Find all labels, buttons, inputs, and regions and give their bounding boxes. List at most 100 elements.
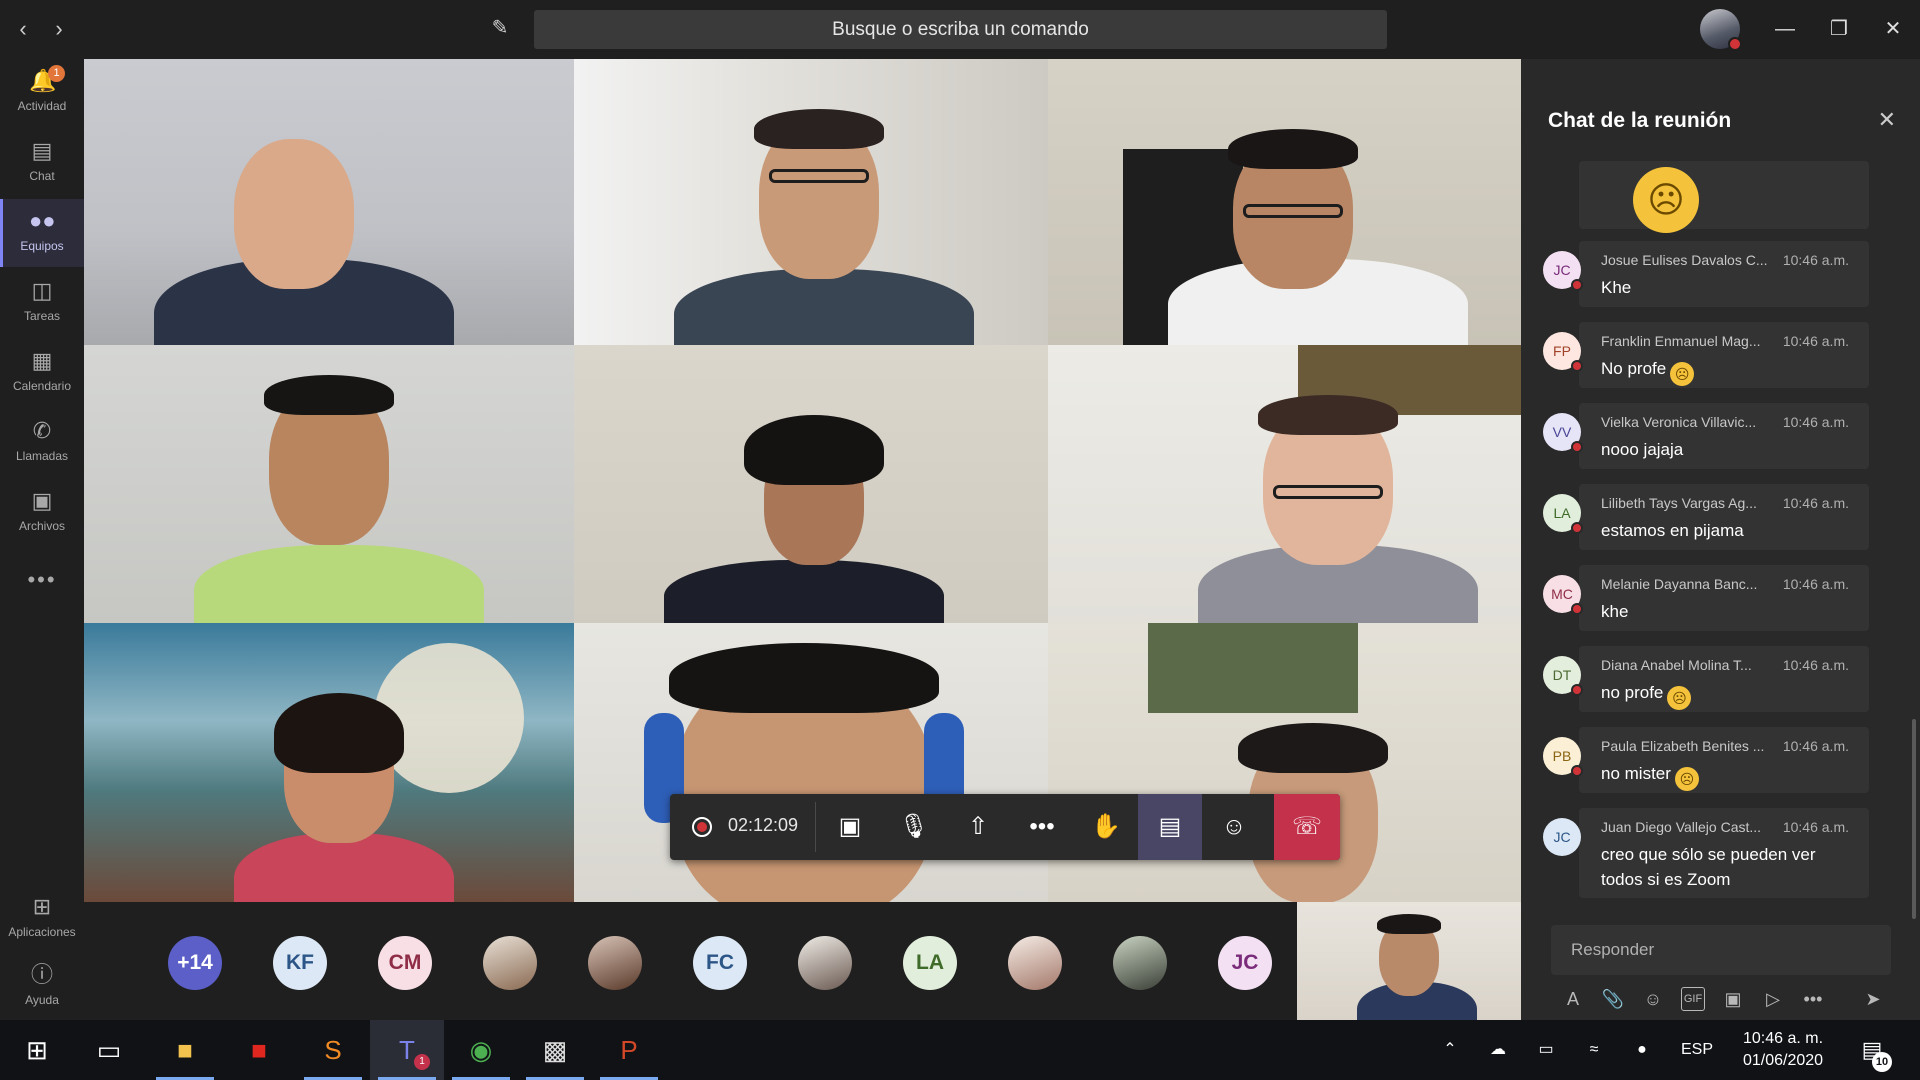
chat-toggle-button[interactable]: ▤	[1138, 794, 1202, 860]
people-icon: ☺	[1221, 813, 1247, 840]
windows-taskbar: ⊞ ▭ ■ ■ S T1 ◉ ▩ P ⌃ ☁ ▭ ≈ ● ESP 10:46 a…	[0, 1020, 1920, 1080]
sticker-icon[interactable]: ▣	[1721, 987, 1745, 1011]
message-avatar[interactable]: MC	[1543, 575, 1583, 615]
message-time: 10:46 a.m.	[1782, 576, 1849, 592]
start-button[interactable]: ⊞	[0, 1020, 74, 1080]
rail-item-equipos[interactable]: ●● Equipos	[0, 199, 84, 267]
participant-avatar[interactable]	[483, 936, 537, 990]
video-tile[interactable]	[84, 59, 574, 345]
powerpoint-button[interactable]: P	[592, 1020, 666, 1080]
participant-avatar[interactable]: CM	[378, 936, 432, 990]
status-busy-icon	[1571, 522, 1583, 534]
reply-input[interactable]: Responder	[1551, 925, 1891, 975]
send-icon[interactable]: ➤	[1861, 987, 1885, 1011]
participant-avatar[interactable]	[1008, 936, 1062, 990]
video-tile[interactable]	[84, 345, 574, 623]
rail-item-aplicaciones[interactable]: ⊞ Aplicaciones	[0, 885, 84, 953]
ellipsis-icon: •••	[1029, 813, 1055, 840]
chat-message: LA Lilibeth Tays Vargas Ag... 10:46 a.m.…	[1543, 484, 1869, 550]
overflow-participants-button[interactable]: +14	[168, 936, 222, 990]
rail-item-calendario[interactable]: ▦ Calendario	[0, 339, 84, 407]
sublime-icon: S	[324, 1035, 342, 1065]
chat-message: ☹	[1579, 161, 1869, 233]
participant-avatar[interactable]: LA	[903, 936, 957, 990]
video-tile[interactable]	[574, 59, 1048, 345]
more-actions-button[interactable]: •••	[1010, 794, 1074, 860]
rail-item-tareas[interactable]: ◫ Tareas	[0, 269, 84, 337]
chrome-button[interactable]: ◉	[444, 1020, 518, 1080]
message-sender: Josue Eulises Davalos C...	[1601, 252, 1768, 268]
language-indicator[interactable]: ESP	[1672, 1020, 1722, 1080]
video-tile[interactable]	[574, 623, 1048, 902]
message-sender: Diana Anabel Molina T...	[1601, 657, 1752, 673]
powerpoint-icon: P	[620, 1035, 638, 1065]
profile-avatar[interactable]	[1700, 9, 1742, 51]
raise-hand-button[interactable]: ✋	[1074, 794, 1138, 860]
video-tile[interactable]	[574, 345, 1048, 623]
participant-avatar[interactable]: JC	[1218, 936, 1272, 990]
more-apps-button[interactable]: •••	[0, 567, 84, 593]
participant-avatar[interactable]	[1113, 936, 1167, 990]
message-avatar[interactable]: VV	[1543, 413, 1583, 453]
meet-now-icon[interactable]: ▷	[1761, 987, 1785, 1011]
clock-date: 01/06/2020	[1742, 1052, 1824, 1069]
participants-button[interactable]: ☺	[1202, 794, 1266, 860]
attach-icon[interactable]: 📎	[1601, 987, 1625, 1011]
teams-icon: T	[399, 1035, 415, 1065]
file-explorer-button[interactable]: ■	[148, 1020, 222, 1080]
participant-avatar[interactable]: KF	[273, 936, 327, 990]
onedrive-icon[interactable]: ☁	[1478, 1020, 1518, 1080]
participant-avatar[interactable]	[588, 936, 642, 990]
rail-item-actividad[interactable]: 🔔 1 Actividad	[0, 59, 84, 127]
task-view-icon: ▭	[96, 1035, 122, 1065]
battery-icon[interactable]: ▭	[1526, 1020, 1566, 1080]
minimize-button[interactable]: —	[1762, 10, 1808, 48]
restore-button[interactable]: ❐	[1816, 10, 1862, 48]
acrobat-button[interactable]: ■	[222, 1020, 296, 1080]
rail-item-archivos[interactable]: ▣ Archivos	[0, 479, 84, 547]
more-options-icon[interactable]: •••	[1801, 987, 1825, 1011]
terminal-button[interactable]: ▩	[518, 1020, 592, 1080]
chat-scrollbar[interactable]	[1912, 719, 1916, 919]
forward-button[interactable]: ›	[44, 14, 74, 44]
rail-item-ayuda[interactable]: ⓘ Ayuda	[0, 953, 84, 1021]
share-button[interactable]: ⇧	[946, 794, 1010, 860]
message-avatar[interactable]: PB	[1543, 737, 1583, 777]
message-avatar[interactable]: JC	[1543, 251, 1583, 291]
emoji-icon[interactable]: ☺	[1641, 987, 1665, 1011]
action-center-button[interactable]: ▤ 10	[1852, 1032, 1892, 1072]
video-tile[interactable]	[84, 623, 574, 902]
message-avatar[interactable]: JC	[1543, 818, 1581, 856]
weather-icon[interactable]: ●	[1622, 1020, 1662, 1080]
mic-button[interactable]: 🎙	[882, 794, 946, 860]
close-window-button[interactable]: ✕	[1870, 10, 1916, 48]
show-hidden-icons-button[interactable]: ⌃	[1430, 1020, 1470, 1080]
rail-item-llamadas[interactable]: ✆ Llamadas	[0, 409, 84, 477]
rail-item-chat[interactable]: ▤ Chat	[0, 129, 84, 197]
video-tile[interactable]	[1048, 345, 1521, 623]
video-tile[interactable]	[1048, 59, 1521, 345]
video-tile[interactable]	[1048, 623, 1521, 902]
wifi-icon[interactable]: ≈	[1574, 1020, 1614, 1080]
teams-taskbar-button[interactable]: T1	[370, 1020, 444, 1080]
sublime-text-button[interactable]: S	[296, 1020, 370, 1080]
format-icon[interactable]: A	[1561, 987, 1585, 1011]
participant-avatar[interactable]: FC	[693, 936, 747, 990]
back-button[interactable]: ‹	[8, 14, 38, 44]
message-avatar[interactable]: LA	[1543, 494, 1583, 534]
gif-icon[interactable]: GIF	[1681, 987, 1705, 1011]
chat-icon: ▤	[1158, 813, 1182, 840]
self-video-preview[interactable]	[1297, 902, 1521, 1020]
task-view-button[interactable]: ▭	[72, 1020, 146, 1080]
system-clock[interactable]: 10:46 a. m. 01/06/2020	[1728, 1028, 1838, 1072]
message-avatar[interactable]: FP	[1543, 332, 1583, 372]
camera-button[interactable]: ▣	[818, 794, 882, 860]
close-chat-button[interactable]: ✕	[1878, 107, 1896, 133]
new-chat-button[interactable]: ✎	[484, 12, 516, 44]
hang-up-button[interactable]: ☏	[1274, 794, 1340, 860]
rail-label: Calendario	[12, 379, 72, 393]
search-input[interactable]: Busque o escriba un comando	[534, 10, 1387, 49]
participant-avatar[interactable]	[798, 936, 852, 990]
message-avatar[interactable]: DT	[1543, 656, 1583, 696]
status-busy-icon	[1571, 765, 1583, 777]
